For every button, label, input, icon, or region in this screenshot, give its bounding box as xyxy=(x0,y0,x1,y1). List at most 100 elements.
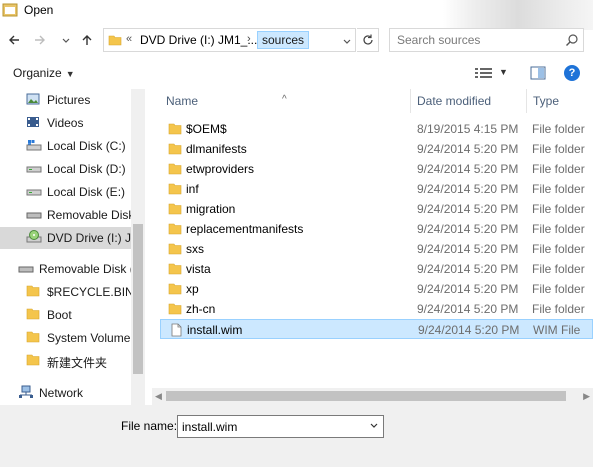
recent-locations-button[interactable] xyxy=(57,31,75,49)
file-type: File folder xyxy=(532,142,585,156)
view-options-icon[interactable] xyxy=(474,66,494,83)
file-type: File folder xyxy=(532,162,585,176)
nav-item-system-volume[interactable]: System Volume I xyxy=(0,327,145,349)
forward-button[interactable] xyxy=(31,31,49,49)
nav-scrollbar[interactable] xyxy=(131,89,145,405)
title-bar: Open xyxy=(0,0,593,30)
breadcrumb-dvd-drive[interactable]: DVD Drive (I:) JM1_... xyxy=(140,33,257,47)
up-button[interactable] xyxy=(78,31,96,49)
chevron-down-icon[interactable] xyxy=(342,35,352,49)
videos-icon xyxy=(26,115,40,132)
nav-item-label: Removable Disk (F xyxy=(39,262,142,276)
scroll-left-icon[interactable]: ◀ xyxy=(155,391,162,402)
nav-item-removable-disk-f[interactable]: Removable Disk (F xyxy=(0,258,145,280)
file-name: sxs xyxy=(186,242,204,256)
breadcrumb-sources[interactable]: sources xyxy=(257,31,310,49)
nav-item-label: Local Disk (E:) xyxy=(47,185,126,199)
column-header-date[interactable]: Date modified xyxy=(411,89,526,113)
organize-button[interactable]: Organize ▼ xyxy=(13,66,75,80)
nav-item-recycle-bin[interactable]: $RECYCLE.BIN xyxy=(0,281,145,303)
removable-drive-icon xyxy=(18,261,34,278)
file-name: xp xyxy=(186,282,199,296)
chevron-down-icon xyxy=(62,38,70,43)
folder-icon xyxy=(168,282,182,299)
horizontal-scrollbar[interactable]: ◀ ▶ xyxy=(152,388,593,405)
nav-item-local-disk-c[interactable]: Local Disk (C:) xyxy=(0,135,145,157)
horizontal-scrollbar-thumb[interactable] xyxy=(166,391,566,401)
folder-icon xyxy=(26,353,40,370)
view-dropdown-icon[interactable]: ▼ xyxy=(499,67,508,77)
forward-arrow-icon xyxy=(35,35,45,45)
nav-item-boot[interactable]: Boot xyxy=(0,304,145,326)
refresh-icon xyxy=(362,34,373,45)
dialog-footer: File name: install.wim xyxy=(0,405,593,467)
nav-item-label: Boot xyxy=(47,308,72,322)
preview-pane-icon[interactable] xyxy=(530,66,546,83)
table-row[interactable]: $OEM$ 8/19/2015 4:15 PM File folder xyxy=(160,119,593,139)
file-date: 9/24/2014 5:20 PM xyxy=(417,302,519,316)
overflow-chevron-icon[interactable]: « xyxy=(126,33,132,45)
file-type: File folder xyxy=(532,302,585,316)
nav-item-videos[interactable]: Videos xyxy=(0,112,145,134)
file-name: vista xyxy=(186,262,211,276)
column-header-name[interactable]: ^ Name xyxy=(152,89,410,113)
nav-item-label: 新建文件夹 xyxy=(47,356,108,370)
file-date: 9/24/2014 5:20 PM xyxy=(417,202,519,216)
search-icon[interactable] xyxy=(565,33,579,50)
nav-item-label: Removable Disk xyxy=(47,208,135,222)
table-row[interactable]: dlmanifests 9/24/2014 5:20 PM File folde… xyxy=(160,139,593,159)
nav-item-label: DVD Drive (I:) JM xyxy=(47,231,141,245)
file-name: replacementmanifests xyxy=(186,222,304,236)
file-type: File folder xyxy=(532,122,585,136)
file-type: File folder xyxy=(532,222,585,236)
table-row[interactable]: xp 9/24/2014 5:20 PM File folder xyxy=(160,279,593,299)
caret-down-icon: ▼ xyxy=(65,69,75,79)
file-name: install.wim xyxy=(187,323,243,337)
dvd-drive-icon xyxy=(26,230,42,247)
folder-icon xyxy=(168,162,182,179)
nav-item-local-disk-d[interactable]: Local Disk (D:) xyxy=(0,158,145,180)
file-date: 9/24/2014 5:20 PM xyxy=(417,242,519,256)
back-button[interactable] xyxy=(5,31,23,49)
folder-icon xyxy=(168,222,182,239)
filename-value[interactable]: install.wim xyxy=(182,420,237,434)
nav-scrollbar-thumb[interactable] xyxy=(133,224,143,374)
search-input[interactable]: Search sources xyxy=(397,33,480,47)
folder-icon xyxy=(26,330,40,347)
blurred-region xyxy=(443,0,593,30)
organize-label: Organize xyxy=(13,66,62,80)
refresh-button[interactable] xyxy=(357,28,379,52)
address-bar[interactable]: « DVD Drive (I:) JM1_... › sources xyxy=(103,28,356,52)
breadcrumb-separator-icon[interactable]: › xyxy=(247,33,251,45)
window-title: Open xyxy=(24,3,54,17)
table-row[interactable]: etwproviders 9/24/2014 5:20 PM File fold… xyxy=(160,159,593,179)
sort-ascending-icon: ^ xyxy=(282,94,287,105)
table-row-selected[interactable]: install.wim 9/24/2014 5:20 PM WIM File xyxy=(160,319,593,339)
nav-item-new-folder[interactable]: 新建文件夹 xyxy=(0,350,145,372)
help-icon[interactable]: ? xyxy=(564,65,580,81)
table-row[interactable]: migration 9/24/2014 5:20 PM File folder xyxy=(160,199,593,219)
table-row[interactable]: sxs 9/24/2014 5:20 PM File folder xyxy=(160,239,593,259)
file-date: 9/24/2014 5:20 PM xyxy=(417,222,519,236)
chevron-down-icon[interactable] xyxy=(369,420,379,433)
file-name: inf xyxy=(186,182,199,196)
nav-item-label: Network xyxy=(39,386,84,400)
folder-icon xyxy=(168,122,182,139)
nav-item-pictures[interactable]: Pictures xyxy=(0,89,145,111)
nav-item-local-disk-e[interactable]: Local Disk (E:) xyxy=(0,181,145,203)
scroll-right-icon[interactable]: ▶ xyxy=(583,391,590,402)
nav-item-label: $RECYCLE.BIN xyxy=(47,285,134,299)
table-row[interactable]: inf 9/24/2014 5:20 PM File folder xyxy=(160,179,593,199)
nav-item-network[interactable]: Network xyxy=(0,382,145,404)
filename-input[interactable]: install.wim xyxy=(177,415,384,438)
column-header-type[interactable]: Type xyxy=(527,89,593,113)
nav-item-dvd-drive[interactable]: DVD Drive (I:) JM xyxy=(0,227,145,249)
table-row[interactable]: replacementmanifests 9/24/2014 5:20 PM F… xyxy=(160,219,593,239)
nav-item-removable-disk[interactable]: Removable Disk xyxy=(0,204,145,226)
search-box[interactable]: Search sources xyxy=(389,28,584,52)
table-row[interactable]: zh-cn 9/24/2014 5:20 PM File folder xyxy=(160,299,593,319)
file-date: 9/24/2014 5:20 PM xyxy=(417,262,519,276)
table-row[interactable]: vista 9/24/2014 5:20 PM File folder xyxy=(160,259,593,279)
nav-item-label: Local Disk (C:) xyxy=(47,139,126,153)
file-date: 9/24/2014 5:20 PM xyxy=(417,142,519,156)
